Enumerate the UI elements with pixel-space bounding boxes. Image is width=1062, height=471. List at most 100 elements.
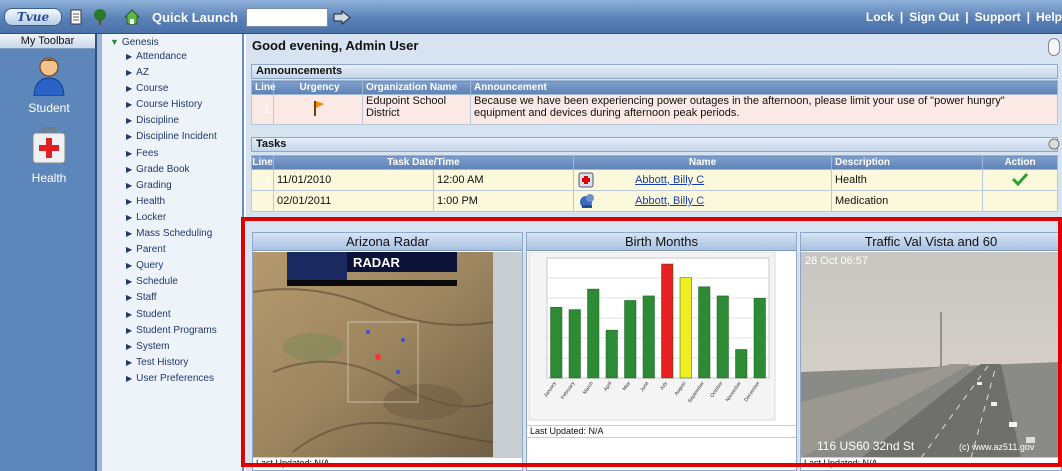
tree-item[interactable]: ▶ Query bbox=[102, 258, 242, 274]
tree-root[interactable]: ▼ Genesis bbox=[102, 34, 242, 49]
traffic-widget-title: Traffic Val Vista and 60 bbox=[801, 233, 1061, 251]
tree-item-label: Schedule bbox=[136, 276, 178, 288]
quick-launch-go-icon[interactable] bbox=[332, 10, 352, 25]
tree-item[interactable]: ▶ Student bbox=[102, 307, 242, 323]
tree-item[interactable]: ▶ System bbox=[102, 339, 242, 355]
bar-april[interactable] bbox=[605, 329, 618, 379]
tree-item[interactable]: ▶ Discipline Incident bbox=[102, 129, 242, 145]
tree-item[interactable]: ▶ Parent bbox=[102, 242, 242, 258]
table-row[interactable]: 2 02/01/2011 1:00 PM Abbott, Billy C Med… bbox=[251, 190, 1058, 212]
ann-col-line[interactable]: Line bbox=[251, 80, 276, 95]
bar-august[interactable] bbox=[679, 277, 692, 379]
tree-icon[interactable] bbox=[92, 9, 108, 25]
support-link[interactable]: Support bbox=[975, 10, 1021, 24]
tree-item[interactable]: ▶ Student Programs bbox=[102, 323, 242, 339]
lock-link[interactable]: Lock bbox=[866, 10, 894, 24]
bar-may[interactable] bbox=[624, 300, 637, 379]
bar-september[interactable] bbox=[698, 286, 711, 379]
announcements-title: Announcements bbox=[251, 64, 1058, 79]
tree-item[interactable]: ▶ Test History bbox=[102, 355, 242, 371]
tree-item[interactable]: ▶ Mass Scheduling bbox=[102, 226, 242, 242]
document-icon[interactable] bbox=[68, 9, 84, 25]
bar-december[interactable] bbox=[753, 297, 766, 379]
task-time: 1:00 PM bbox=[432, 190, 575, 212]
traffic-camera-image[interactable]: 28 Oct 06:57 116 US60 32nd St (c) www.az… bbox=[801, 252, 1061, 458]
table-row[interactable]: 1 Edupoint School District Because we ha… bbox=[251, 94, 1058, 125]
expanded-triangle-icon: ▼ bbox=[110, 37, 119, 47]
help-link[interactable]: Help bbox=[1036, 10, 1062, 24]
tasks-collapse-icon[interactable] bbox=[1048, 138, 1060, 150]
task-time: 12:00 AM bbox=[432, 169, 575, 191]
org-cell: Edupoint School District bbox=[362, 94, 471, 125]
tree-item[interactable]: ▶ Course History bbox=[102, 97, 242, 113]
app-logo[interactable]: Tvue bbox=[4, 8, 62, 26]
tree-item-label: Attendance bbox=[136, 51, 187, 62]
task-name-link[interactable]: Abbott, Billy C bbox=[635, 174, 704, 186]
collapsed-triangle-icon: ▶ bbox=[126, 261, 133, 271]
tasks-table: Line Task Date/Time Name Description Act… bbox=[251, 155, 1058, 212]
tree-item[interactable]: ▶ Locker bbox=[102, 210, 242, 226]
task-name-link[interactable]: Abbott, Billy C bbox=[635, 195, 704, 207]
task-col-action[interactable]: Action bbox=[982, 155, 1058, 170]
task-col-description[interactable]: Description bbox=[831, 155, 984, 170]
row-number: 1 bbox=[251, 169, 274, 191]
table-row[interactable]: 1 11/01/2010 12:00 AM Abbott, Billy C He… bbox=[251, 169, 1058, 191]
ann-col-announcement[interactable]: Announcement bbox=[470, 80, 1058, 95]
first-aid-kit-icon bbox=[32, 127, 66, 164]
bar-june[interactable] bbox=[642, 295, 655, 379]
toolbar-health-button[interactable]: Health bbox=[10, 126, 88, 185]
tree-item-label: Grading bbox=[136, 179, 172, 191]
tree-item-label: AZ bbox=[136, 67, 149, 79]
task-col-datetime[interactable]: Task Date/Time bbox=[272, 155, 575, 170]
tree-root-label: Genesis bbox=[121, 37, 159, 48]
radar-widget-title: Arizona Radar bbox=[253, 233, 522, 251]
health-task-icon bbox=[578, 172, 594, 188]
tree-item[interactable]: ▶ Fees bbox=[102, 146, 242, 162]
checkmark-icon[interactable] bbox=[1011, 172, 1029, 186]
toolbar-student-button[interactable]: Student bbox=[10, 56, 88, 115]
tree-item[interactable]: ▶ Staff bbox=[102, 290, 242, 306]
tasks-title: Tasks bbox=[251, 137, 1058, 152]
toolbar-student-label: Student bbox=[28, 101, 70, 115]
task-col-name[interactable]: Name bbox=[573, 155, 833, 170]
collapsed-triangle-icon: ▶ bbox=[126, 84, 133, 94]
tree-item[interactable]: ▶ AZ bbox=[102, 65, 242, 81]
bar-january[interactable] bbox=[550, 307, 563, 379]
tree-item-label: Course bbox=[136, 83, 169, 95]
tree-item[interactable]: ▶ Grading bbox=[102, 178, 242, 194]
task-date: 11/01/2010 bbox=[273, 169, 434, 191]
radar-widget: Arizona Radar RADAR Last Updated: N/A bbox=[252, 232, 523, 471]
radar-map-image[interactable]: RADAR bbox=[253, 252, 522, 458]
collapsed-triangle-icon: ▶ bbox=[126, 277, 133, 287]
tree-item[interactable]: ▶ User Preferences bbox=[102, 371, 242, 387]
ann-col-org[interactable]: Organization Name bbox=[362, 80, 471, 95]
task-description: Medication bbox=[831, 190, 984, 212]
traffic-credit: (c) www.az511.gov bbox=[959, 442, 1035, 452]
task-action-cell[interactable] bbox=[982, 169, 1058, 191]
bar-july[interactable] bbox=[661, 263, 674, 379]
collapsed-triangle-icon: ▶ bbox=[126, 52, 133, 61]
tree-item[interactable]: ▶ Discipline bbox=[102, 113, 242, 129]
tree-item[interactable]: ▶ Course bbox=[102, 81, 242, 97]
bar-february[interactable] bbox=[568, 309, 581, 379]
bar-november[interactable] bbox=[735, 349, 748, 379]
collapsed-triangle-icon: ▶ bbox=[126, 196, 133, 206]
collapsed-triangle-icon: ▶ bbox=[126, 245, 133, 255]
sign-out-link[interactable]: Sign Out bbox=[909, 10, 959, 24]
tree-item[interactable]: ▶ Grade Book bbox=[102, 162, 242, 178]
bar-october[interactable] bbox=[716, 295, 729, 379]
task-name-cell: Abbott, Billy C bbox=[573, 169, 833, 191]
home-icon[interactable] bbox=[124, 9, 140, 25]
row-number: 1 bbox=[251, 94, 274, 125]
collapsed-triangle-icon: ▶ bbox=[126, 180, 133, 190]
quick-launch-input[interactable] bbox=[246, 8, 328, 27]
announcement-cell: Because we have been experiencing power … bbox=[470, 94, 1058, 125]
collapse-control[interactable] bbox=[1048, 38, 1060, 56]
tree-item[interactable]: ▶ Health bbox=[102, 194, 242, 210]
tree-item[interactable]: ▶ Attendance bbox=[102, 49, 242, 65]
task-col-line[interactable]: Line bbox=[251, 155, 274, 170]
bar-march[interactable] bbox=[587, 288, 600, 379]
ann-col-urgency[interactable]: Urgency bbox=[273, 80, 363, 95]
birth-months-chart[interactable]: January February March April May June July Augu… bbox=[527, 252, 796, 422]
tree-item[interactable]: ▶ Schedule bbox=[102, 274, 242, 290]
